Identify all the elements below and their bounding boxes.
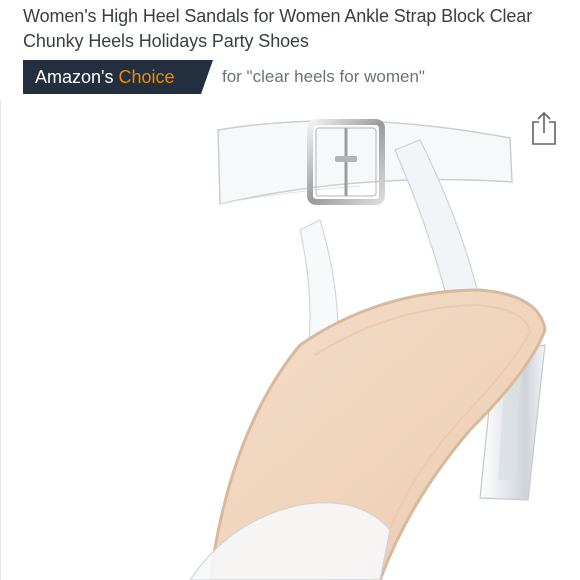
- amazons-choice-badge[interactable]: Amazon's Choice: [23, 60, 213, 94]
- product-title[interactable]: Women's High Heel Sandals for Women Ankl…: [23, 4, 563, 54]
- badge-query-text[interactable]: for "clear heels for women": [222, 67, 425, 87]
- product-page: Women's High Heel Sandals for Women Ankl…: [0, 0, 580, 580]
- product-image[interactable]: [150, 100, 580, 580]
- badge-label: Amazon's Choice: [23, 67, 175, 88]
- badge-prefix: Amazon's: [35, 66, 114, 87]
- badge-accent-word: Choice: [118, 66, 175, 87]
- image-divider: [0, 100, 1, 580]
- amazons-choice-row: Amazon's Choice for "clear heels for wom…: [23, 60, 425, 94]
